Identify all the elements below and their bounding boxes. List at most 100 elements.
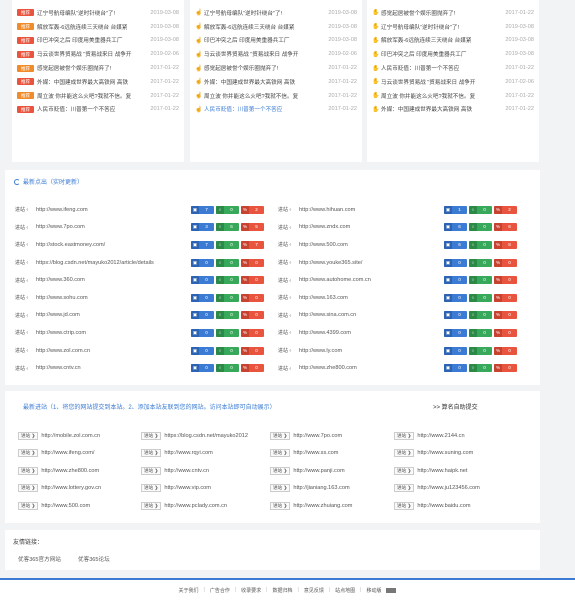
- site-url[interactable]: http://www.autohome.com.cn: [299, 277, 424, 283]
- click-row[interactable]: 进站 ‹ http://www.zhe800.com ▣ 0 ○ 0% 0: [278, 359, 517, 377]
- site-url[interactable]: http://www.zhe800.com: [299, 365, 424, 371]
- friend-link[interactable]: 优客365官方网站: [18, 555, 61, 563]
- click-row[interactable]: 进站 ‹ http://www.163.com ▣ 0 ○ 0% 0: [278, 289, 517, 307]
- site-url[interactable]: http://www.hihuan.com: [299, 207, 424, 213]
- news-title[interactable]: 印巴冲突之后 印度用美重器兵工厂: [37, 36, 141, 44]
- jump-button[interactable]: 进站 ‹: [15, 329, 36, 336]
- site-url[interactable]: http://mobile.zol.com.cn: [41, 433, 100, 439]
- click-row[interactable]: 进站 ‹ http://www.4399.com ▣ 0 ○ 0% 0: [278, 324, 517, 342]
- news-item[interactable]: ✋ 人民币贬值：川普第一个不答应 2017-01-22: [372, 61, 534, 75]
- jump-button[interactable]: 进站 ❯: [394, 432, 415, 440]
- footer-link[interactable]: 关于我们: [179, 587, 199, 594]
- site-url[interactable]: http://www.ss.com: [293, 450, 338, 456]
- news-item[interactable]: ☝ 周立波 你并能这么火吧?我就不信。复 2017-01-22: [195, 89, 357, 103]
- site-url[interactable]: http://www.panji.com: [293, 468, 344, 474]
- news-title[interactable]: 马云谈世界贸易战 “贸易战来日 战争开: [381, 78, 496, 86]
- jump-button[interactable]: 进站 ❯: [141, 501, 162, 510]
- site-url[interactable]: https://blog.csdn.net/mayuko2012: [164, 433, 248, 439]
- jump-button[interactable]: 进站 ‹: [15, 277, 36, 284]
- news-title[interactable]: 周立波 你并能这么火吧?我就不信。复: [381, 92, 496, 100]
- news-title[interactable]: 外媒：中国建成世界最大高铁网 高铁: [381, 105, 496, 113]
- news-item[interactable]: ☝ 人民币贬值：川普第一个不答应 2017-01-22: [195, 103, 357, 117]
- click-row[interactable]: 进站 ‹ http://www.ly.com ▣ 0 ○ 0% 0: [278, 342, 517, 360]
- site-url[interactable]: http://www.cntv.cn: [164, 468, 209, 474]
- news-item[interactable]: ✋ 解放军轰-6远航连续三天绕台 台媒紧 2019-03-08: [372, 34, 534, 48]
- click-row[interactable]: 进站 ‹ http://www.sina.com.cn ▣ 0 ○ 0% 0: [278, 307, 517, 325]
- news-title[interactable]: 印巴冲突之后 印度用美重器兵工厂: [204, 36, 319, 44]
- jump-button[interactable]: 进站 ❯: [270, 449, 291, 458]
- recent-site[interactable]: 进站 ❯ http://www.2144.cn: [394, 429, 465, 443]
- footer-link[interactable]: 收录要求: [241, 587, 261, 594]
- site-url[interactable]: http://www.ifeng.com: [36, 207, 161, 213]
- news-title[interactable]: 辽宁号航母编队“逆时针绕台”了!: [381, 23, 496, 31]
- footer-link[interactable]: 数据归档: [272, 587, 292, 594]
- site-url[interactable]: http://stock.eastmoney.com/: [36, 242, 161, 248]
- site-url[interactable]: http://www.ly.com: [299, 348, 424, 354]
- recent-site[interactable]: 进站 ❯ http://www.vip.com: [141, 481, 211, 495]
- news-item[interactable]: ☝ 印巴冲突之后 印度用美重器兵工厂 2019-03-08: [195, 34, 357, 48]
- news-title[interactable]: 辽宁号航母编队“逆时针绕台”了!: [204, 9, 319, 17]
- jump-button[interactable]: 进站 ❯: [394, 449, 415, 458]
- news-title[interactable]: 人民币贬值：川普第一个不答应: [37, 105, 141, 113]
- news-title[interactable]: 外媒：中国建成世界最大高铁网 高铁: [37, 78, 141, 86]
- news-item[interactable]: 推荐 周立波 你并能这么火吧?我就不信。复 2017-01-22: [17, 89, 179, 103]
- jump-button[interactable]: 进站 ❯: [270, 501, 291, 510]
- news-item[interactable]: ✋ 外媒：中国建成世界最大高铁网 高铁 2017-01-22: [372, 103, 534, 117]
- click-row[interactable]: 进站 ‹ http://www.360.com ▣ 0 ○ 0% 0: [15, 271, 264, 289]
- site-url[interactable]: http://www.4399.com: [299, 330, 424, 336]
- jump-button[interactable]: 进站 ‹: [15, 241, 36, 248]
- friend-link[interactable]: 优客365论坛: [78, 555, 110, 563]
- recent-site[interactable]: 进站 ❯ http://jianiang.163.com: [270, 481, 350, 495]
- click-row[interactable]: 进站 ‹ http://www.500.com ▣ 6 ○ 0% 8: [278, 236, 517, 254]
- click-row[interactable]: 进站 ‹ http://www.hihuan.com ▣ 1 ○ 0% 2: [278, 201, 517, 219]
- news-title[interactable]: 马云谈世界贸易战 “贸易战来日 战争开: [204, 50, 319, 58]
- news-item[interactable]: ✋ 辽宁号航母编队“逆时针绕台”了! 2019-03-08: [372, 20, 534, 34]
- footer-link[interactable]: 站点地图: [335, 587, 355, 594]
- jump-button[interactable]: 进站 ❯: [270, 432, 291, 440]
- jump-button[interactable]: 进站 ‹: [15, 347, 36, 354]
- click-row[interactable]: 进站 ‹ http://www.7po.com ▣ 3 ○ 6% 5: [15, 219, 264, 237]
- jump-button[interactable]: 进站 ‹: [278, 312, 299, 319]
- recent-site[interactable]: 进站 ❯ http://www.lottery.gov.cn: [18, 481, 101, 495]
- news-title[interactable]: 感觉起居被誉个娱乐圈抛弃了!: [204, 64, 319, 72]
- site-url[interactable]: http://www.suning.com: [417, 450, 473, 456]
- site-url[interactable]: http://www.sina.com.cn: [299, 312, 424, 318]
- recent-site[interactable]: 进站 ❯ http://www.ss.com: [270, 446, 338, 460]
- jump-button[interactable]: 进站 ❯: [141, 466, 162, 475]
- jump-button[interactable]: 进站 ‹: [278, 241, 299, 248]
- recent-site[interactable]: 进站 ❯ http://www.panji.com: [270, 464, 345, 478]
- footer-link[interactable]: 移动版: [366, 587, 381, 594]
- click-row[interactable]: 进站 ‹ http://www.youke365.site/▣ 0 ○ 0% 0: [278, 254, 517, 272]
- jump-button[interactable]: 进站 ❯: [18, 432, 39, 440]
- click-row[interactable]: 进站 ‹ http://www.jd.com ▣ 0 ○ 0% 0: [15, 307, 264, 325]
- jump-button[interactable]: 进站 ❯: [18, 501, 39, 510]
- jump-button[interactable]: 进站 ‹: [278, 206, 299, 213]
- site-url[interactable]: http://www.7po.com: [36, 224, 161, 230]
- site-url[interactable]: http://www.lottery.gov.cn: [41, 485, 101, 491]
- recent-site[interactable]: 进站 ❯ http://www.haipk.net: [394, 464, 467, 478]
- news-title[interactable]: 周立波 你并能这么火吧?我就不信。复: [204, 92, 319, 100]
- site-url[interactable]: http://www.sohu.com: [36, 295, 161, 301]
- news-item[interactable]: 推荐 马云谈世界贸易战 “贸易战来日 战争开 2019-02-06: [17, 47, 179, 61]
- news-title[interactable]: 人民币贬值：川普第一个不答应: [381, 64, 496, 72]
- site-url[interactable]: http://www.ctrip.com: [36, 330, 161, 336]
- jump-button[interactable]: 进站 ‹: [15, 294, 36, 301]
- news-title[interactable]: 周立波 你并能这么火吧?我就不信。复: [37, 92, 141, 100]
- site-url[interactable]: http://www.163.com: [299, 295, 424, 301]
- news-title[interactable]: 感觉起居被誉个娱乐圈抛弃了!: [381, 9, 496, 17]
- site-url[interactable]: http://www.pclady.com.cn: [164, 503, 227, 509]
- jump-button[interactable]: 进站 ❯: [141, 449, 162, 458]
- news-item[interactable]: 推荐 人民币贬值：川普第一个不答应 2017-01-22: [17, 103, 179, 117]
- news-item[interactable]: ✋ 马云谈世界贸易战 “贸易战来日 战争开 2017-02-06: [372, 75, 534, 89]
- site-url[interactable]: http://www.haipk.net: [417, 468, 467, 474]
- news-item[interactable]: ✋ 周立波 你并能这么火吧?我就不信。复 2017-01-22: [372, 89, 534, 103]
- news-title[interactable]: 马云谈世界贸易战 “贸易战来日 战争开: [37, 50, 141, 58]
- recent-site[interactable]: 进站 ❯ http://www.zhe800.com: [18, 464, 99, 478]
- recent-site[interactable]: 进站 ❯ http://www.ifeng.com/: [18, 446, 95, 460]
- jump-button[interactable]: 进站 ‹: [278, 365, 299, 372]
- jump-button[interactable]: 进站 ❯: [270, 484, 291, 493]
- jump-button[interactable]: 进站 ❯: [141, 484, 162, 493]
- recent-site[interactable]: 进站 ❯ http://www.ju123456.com: [394, 481, 480, 495]
- jump-button[interactable]: 进站 ❯: [141, 432, 162, 440]
- jump-button[interactable]: 进站 ❯: [18, 484, 39, 493]
